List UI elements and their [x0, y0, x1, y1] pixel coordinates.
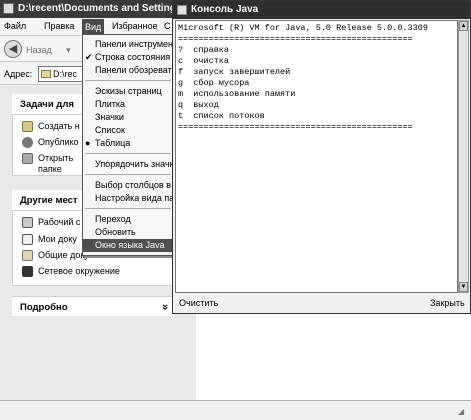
address-value: D:\rec: [53, 69, 78, 79]
menu-view[interactable]: Вид: [82, 19, 105, 35]
details-panel-title[interactable]: Подробно »: [12, 296, 174, 316]
back-arrow-icon[interactable]: ◀: [4, 40, 22, 58]
resize-grip-icon[interactable]: ◢: [458, 407, 464, 416]
desktop-icon: [22, 217, 33, 228]
console-line: g сбор мусора: [178, 78, 250, 88]
details-chevron-icon[interactable]: »: [159, 304, 171, 310]
scroll-down-icon[interactable]: ▼: [459, 282, 468, 292]
menu-item-go-to[interactable]: Переход: [83, 213, 173, 226]
folder-icon: [3, 3, 14, 14]
console-line: t список потоков: [178, 111, 265, 121]
back-dropdown-icon[interactable]: ▾: [66, 45, 71, 56]
console-close-button[interactable]: Закрыть: [430, 298, 465, 308]
share-folder-icon: [22, 153, 33, 164]
console-title: Консоль Java: [191, 4, 259, 15]
checkmark-icon: ✔: [85, 52, 93, 62]
menu-item-thumbnails[interactable]: Эскизы страниц: [83, 85, 173, 98]
radio-dot-icon: ●: [85, 138, 91, 148]
console-clear-button[interactable]: Очистить: [179, 298, 218, 308]
address-label: Адрес:: [4, 69, 33, 79]
menu-item-arrange-icons[interactable]: Упорядочить значк: [83, 158, 173, 171]
view-dropdown-menu: Панели инструмент ✔ Строка состояния Пане…: [82, 34, 174, 256]
menu-item-toolbars[interactable]: Панели инструмент: [83, 38, 173, 51]
documents-icon: [22, 234, 33, 245]
console-line: f запуск завершителей: [178, 67, 291, 77]
explorer-title: D:\recent\Documents and Settings: [18, 3, 182, 14]
console-output[interactable]: Microsoft (R) VM for Java, 5.0 Release 5…: [175, 20, 458, 293]
new-folder-icon: [22, 121, 33, 132]
shared-folder-icon: [22, 250, 33, 261]
console-line: Microsoft (R) VM for Java, 5.0 Release 5…: [178, 23, 428, 33]
menu-separator: [85, 208, 171, 209]
console-line: m использование памяти: [178, 89, 296, 99]
console-line: q выход: [178, 100, 219, 110]
menu-item-refresh[interactable]: Обновить: [83, 226, 173, 239]
folder-icon: [41, 70, 51, 78]
menu-item-customize-folder[interactable]: Настройка вида па: [83, 192, 173, 205]
menu-separator: [85, 153, 171, 154]
console-line: ? справка: [178, 45, 230, 55]
console-window-icon: [177, 5, 187, 15]
menu-item-details[interactable]: ● Таблица: [83, 137, 173, 150]
menu-service[interactable]: С: [164, 21, 171, 31]
network-icon: [22, 266, 33, 277]
console-title-bar[interactable]: Консоль Java: [173, 1, 470, 19]
menu-item-explorer-bars[interactable]: Панели обозревате: [83, 64, 173, 77]
menu-item-tiles[interactable]: Плитка: [83, 98, 173, 111]
console-line: ========================================…: [178, 34, 413, 44]
globe-icon: [22, 137, 33, 148]
menu-edit[interactable]: Правка: [44, 21, 74, 31]
menu-item-choose-columns[interactable]: Выбор столбцов в т: [83, 179, 173, 192]
back-button-label[interactable]: Назад: [26, 45, 52, 55]
scroll-up-icon[interactable]: ▲: [459, 21, 468, 31]
java-console-window: Консоль Java Microsoft (R) VM for Java, …: [172, 0, 471, 314]
menu-separator: [85, 174, 171, 175]
menu-item-java-console[interactable]: Окно языка Java: [83, 239, 173, 252]
status-bar: ◢: [0, 400, 471, 420]
console-line: c очистка: [178, 56, 230, 66]
menu-item-list[interactable]: Список: [83, 124, 173, 137]
console-line: ========================================…: [178, 122, 413, 132]
menu-separator: [85, 80, 171, 81]
menu-file[interactable]: Файл: [4, 21, 26, 31]
menu-favorites[interactable]: Избранное: [112, 21, 158, 31]
menu-item-status-bar[interactable]: ✔ Строка состояния: [83, 51, 173, 64]
explorer-window: D:\recent\Documents and Settings Файл Пр…: [0, 0, 471, 420]
console-scrollbar[interactable]: ▲ ▼: [458, 20, 469, 293]
menu-item-icons[interactable]: Значки: [83, 111, 173, 124]
